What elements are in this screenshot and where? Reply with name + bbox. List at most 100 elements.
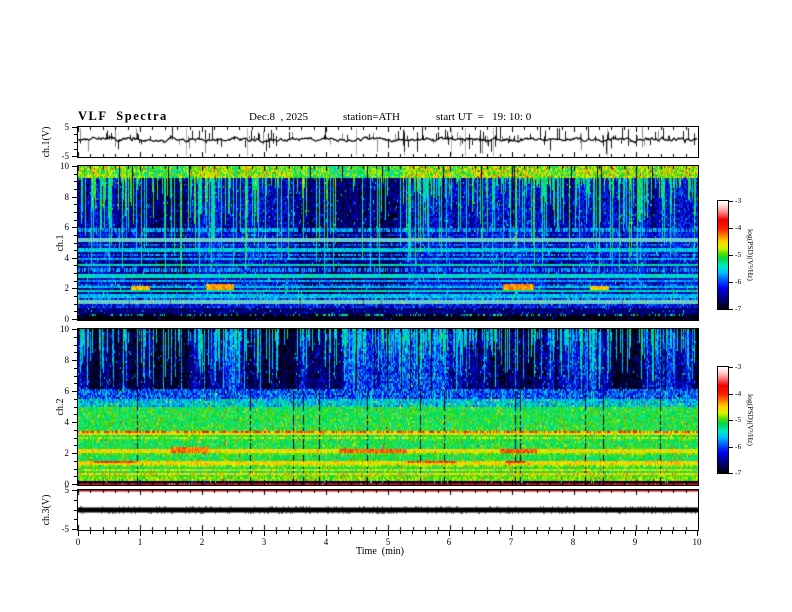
tick-label: 2 — [199, 537, 205, 547]
tick-mark — [729, 367, 733, 368]
ch3-waveform-panel — [77, 489, 699, 531]
tick-mark — [177, 531, 178, 534]
tick-mark — [400, 531, 401, 534]
tick-mark — [449, 531, 450, 536]
tick-mark — [72, 258, 78, 259]
tick-mark — [72, 529, 78, 530]
tick-mark — [74, 519, 78, 520]
tick-mark — [74, 189, 78, 190]
tick-mark — [623, 531, 624, 534]
tick-label: 3 — [261, 537, 267, 547]
tick-mark — [74, 311, 78, 312]
tick-mark — [375, 531, 376, 534]
ch2-spectrogram-canvas — [78, 329, 698, 485]
tick-label: -6 — [735, 442, 742, 451]
tick-label: 9 — [632, 537, 638, 547]
tick-mark — [729, 282, 733, 283]
tick-mark — [72, 127, 78, 128]
tick-mark — [74, 383, 78, 384]
tick-label: -5 — [61, 524, 70, 534]
tick-label: -7 — [735, 468, 742, 477]
tick-mark — [729, 473, 733, 474]
tick-label: 6 — [64, 222, 70, 232]
tick-mark — [72, 329, 78, 330]
tick-mark — [74, 407, 78, 408]
tick-label: 8 — [64, 192, 70, 202]
tick-mark — [74, 281, 78, 282]
tick-mark — [74, 461, 78, 462]
ch3-waveform-canvas — [78, 490, 698, 530]
ch2-spectrogram-panel — [77, 328, 699, 486]
tick-mark — [90, 531, 91, 534]
tick-mark — [103, 531, 104, 534]
tick-label: 5 — [385, 537, 391, 547]
tick-mark — [536, 531, 537, 534]
tick-mark — [72, 453, 78, 454]
tick-label: 5 — [64, 485, 70, 495]
tick-label: -6 — [735, 277, 742, 286]
tick-mark — [511, 531, 512, 536]
colorbar-ch1-gradient — [718, 201, 728, 309]
tick-mark — [214, 531, 215, 534]
date-label: Dec.8 , 2025 — [249, 111, 308, 123]
tick-mark — [660, 531, 661, 534]
tick-mark — [74, 445, 78, 446]
ch1-waveform-canvas — [78, 127, 698, 157]
tick-mark — [74, 469, 78, 470]
tick-label: 7 — [508, 537, 514, 547]
tick-mark — [115, 531, 116, 534]
colorbar-ch2 — [717, 366, 729, 474]
tick-mark — [635, 531, 636, 536]
tick-mark — [425, 531, 426, 534]
tick-mark — [74, 438, 78, 439]
tick-mark — [729, 201, 733, 202]
tick-label: 6 — [446, 537, 452, 547]
tick-label: 6 — [64, 386, 70, 396]
tick-mark — [165, 531, 166, 534]
tick-mark — [301, 531, 302, 534]
tick-mark — [685, 531, 686, 534]
tick-mark — [74, 243, 78, 244]
tick-mark — [74, 337, 78, 338]
tick-mark — [672, 531, 673, 534]
ch1-waveform-panel — [77, 126, 699, 158]
tick-label: -5 — [735, 250, 742, 259]
tick-mark — [74, 368, 78, 369]
tick-label: 8 — [570, 537, 576, 547]
tick-label: 4 — [64, 417, 70, 427]
tick-mark — [524, 531, 525, 534]
tick-mark — [72, 391, 78, 392]
tick-mark — [264, 531, 265, 536]
tick-mark — [72, 360, 78, 361]
x-axis-title: Time (min) — [356, 546, 404, 557]
tick-label: 1 — [137, 537, 143, 547]
tick-mark — [72, 156, 78, 157]
tick-label: 10 — [692, 537, 702, 547]
tick-mark — [72, 166, 78, 167]
tick-mark — [729, 309, 733, 310]
tick-mark — [74, 134, 78, 135]
tick-mark — [647, 531, 648, 534]
tick-mark — [412, 531, 413, 534]
tick-label: -5 — [61, 151, 70, 161]
tick-label: 2 — [64, 283, 70, 293]
vlf-spectra-figure: VLF Spectra Dec.8 , 2025 station=ATH sta… — [0, 0, 792, 612]
tick-mark — [338, 531, 339, 534]
tick-mark — [72, 490, 78, 491]
tick-mark — [202, 531, 203, 536]
tick-mark — [189, 531, 190, 534]
tick-mark — [350, 531, 351, 534]
tick-mark — [74, 142, 78, 143]
tick-mark — [251, 531, 252, 534]
tick-label: 8 — [64, 355, 70, 365]
tick-mark — [74, 510, 78, 511]
tick-mark — [74, 476, 78, 477]
tick-label: 4 — [323, 537, 329, 547]
tick-mark — [78, 531, 79, 536]
tick-mark — [697, 531, 698, 536]
page-title: VLF Spectra — [78, 109, 168, 123]
tick-mark — [74, 204, 78, 205]
tick-mark — [729, 394, 733, 395]
tick-mark — [74, 304, 78, 305]
tick-mark — [288, 531, 289, 534]
